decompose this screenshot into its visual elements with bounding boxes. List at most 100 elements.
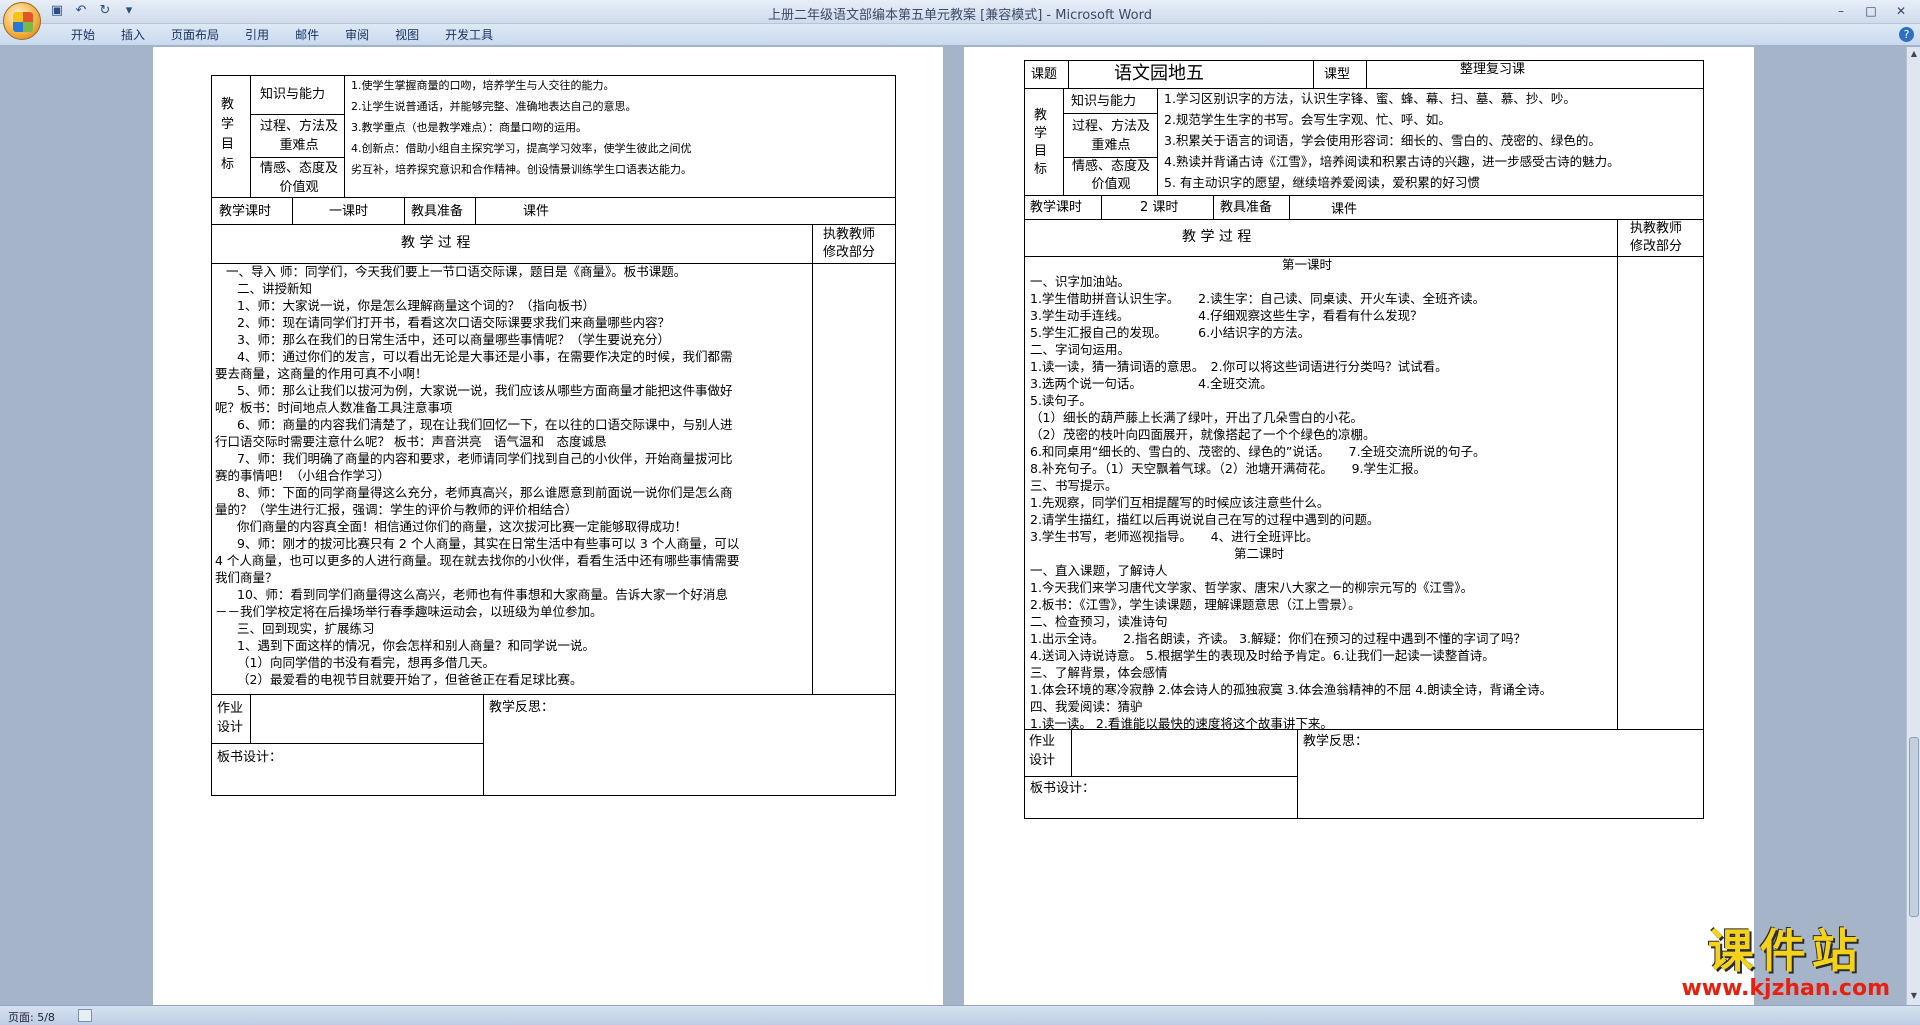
- body-line: 4、师：通过你们的发言，可以看出无论是大事还是小事，在需要作决定的时候，我们都需: [237, 349, 733, 364]
- body-line: 1.体会环境的寒冷寂静 2.体会诗人的孤独寂寞 3.体会渔翁精神的不屈 4.朗读…: [1030, 682, 1553, 697]
- window-controls: – □ ✕: [1828, 2, 1914, 20]
- body-line: 3.选两个说一句话。 4.全班交流。: [1030, 376, 1273, 391]
- type-label: 课型: [1324, 67, 1351, 82]
- goal-line: 3.教学重点（也是教学难点）：商量口吻的运用。: [351, 121, 587, 134]
- body-line: 1、师：大家说一说，你是怎么理解商量这个词的？（指向板书）: [237, 298, 595, 313]
- board-label: 板书设计：: [1030, 781, 1096, 796]
- body-line: （2）最爱看的电视节目就要开始了，但爸爸正在看足球比赛。: [237, 672, 583, 687]
- process-header-row: [211, 224, 896, 264]
- body-line: 1、遇到下面这样的情况，你会怎样和别人商量？和同学说一说。: [237, 638, 595, 653]
- body-line: 赛的事情吧！（小组合作学习）: [215, 468, 391, 483]
- goal-line: 劣互补，培养探究意识和合作精神。创设情景训练学生口语表达能力。: [351, 163, 692, 176]
- office-button[interactable]: [3, 2, 41, 40]
- process-header-row: [1024, 219, 1704, 257]
- proofing-icon[interactable]: [78, 1009, 92, 1022]
- minimize-button[interactable]: –: [1828, 2, 1854, 20]
- homework-label: 作业: [1029, 734, 1056, 749]
- reflection-label: 教学反思：: [489, 700, 555, 715]
- prep-label: 教具准备: [1220, 200, 1273, 215]
- body-line: 1.学生借助拼音认识生字。 2.读生字：自己读、同桌读、开火车读、全班齐读。: [1030, 291, 1486, 306]
- goal-row-label: 过程、方法及重难点: [259, 119, 338, 153]
- maximize-button[interactable]: □: [1858, 2, 1884, 20]
- body-line: 2.请学生描红，描红以后再说说自己在写的过程中遇到的问题。: [1030, 512, 1380, 527]
- goal-line: 2.规范学生生字的书写。会写生字观、忙、呼、如。: [1164, 112, 1451, 127]
- tab-review[interactable]: 审阅: [332, 27, 382, 43]
- watermark-url: www.kjzhan.com: [1681, 976, 1890, 1001]
- body-line: 我们商量？: [215, 570, 278, 585]
- topic-label: 课题: [1031, 67, 1058, 82]
- topic-value: 语文园地五: [1114, 63, 1204, 84]
- page-right: 课题 语文园地五 课型 整理复习课 教学目标 知识与能力 过程、方法及重难点 情…: [964, 47, 1754, 1005]
- body-line: 1.今天我们来学习唐代文学家、哲学家、唐宋八大家之一的柳宗元写的《江雪》。: [1030, 580, 1474, 595]
- body-line: 2.板书：《江雪》，学生读课题，理解课题意思（江上雪景）。: [1030, 597, 1361, 612]
- section-title: 第一课时: [1282, 257, 1333, 272]
- goal-row-label: 知识与能力: [260, 87, 326, 102]
- scroll-up-icon[interactable]: ▲: [1908, 49, 1920, 61]
- body-line: 5、师：那么让我们以拔河为例，大家说一说，我们应该从哪些方面商量才能把这件事做好: [237, 383, 733, 398]
- goal-head: 教学目标: [221, 97, 235, 172]
- goal-line: 1.使学生掌握商量的口吻，培养学生与人交往的能力。: [351, 79, 615, 92]
- goal-line: 1.学习区别识字的方法，认识生字锋、蜜、蜂、幕、扫、墓、慕、抄、吵。: [1164, 91, 1576, 106]
- prep-label: 教具准备: [411, 204, 464, 219]
- body-line: 3、师：那么在我们的日常生活中，还可以商量哪些事情呢？（学生要说充分）: [237, 332, 670, 347]
- body-line: 一、导入 师：同学们，今天我们要上一节口语交际课，题目是《商量》。板书课题。: [226, 264, 687, 279]
- ribbon: 开始 插入 页面布局 引用 邮件 审阅 视图 开发工具 ?: [0, 24, 1920, 46]
- tab-insert[interactable]: 插入: [108, 27, 158, 43]
- goal-row-label: 情感、态度及价值观: [259, 161, 338, 195]
- goal-row-label: 过程、方法及重难点: [1071, 119, 1150, 153]
- process-label: 教 学 过 程: [1182, 229, 1252, 245]
- body-line: （2）茂密的枝叶向四面展开，就像搭起了一个个绿色的凉棚。: [1030, 427, 1376, 442]
- tab-view[interactable]: 视图: [382, 27, 432, 43]
- tab-references[interactable]: 引用: [232, 27, 282, 43]
- reflection-label: 教学反思：: [1303, 734, 1369, 749]
- goal-line: 2.让学生说普通话，并能够完整、准确地表达自己的意思。: [351, 100, 637, 113]
- scrollbar-thumb[interactable]: [1909, 737, 1919, 917]
- homework-label: 设计: [1029, 753, 1056, 768]
- body-line: 2、师：现在请同学们打开书，看看这次口语交际课要求我们来商量哪些内容？: [237, 315, 670, 330]
- body-line: （1）细长的葫芦藤上长满了绿叶，开出了几朵雪白的小花。: [1030, 410, 1363, 425]
- body-line: 二、检查预习，读准诗句: [1030, 614, 1168, 629]
- goal-head: 教学目标: [1034, 108, 1048, 177]
- homework-value-cell: [250, 694, 484, 744]
- homework-label: 作业: [217, 701, 244, 716]
- help-icon[interactable]: ?: [1899, 27, 1914, 42]
- homework-value-cell: [1071, 729, 1298, 777]
- page-left: 教学目标 知识与能力 过程、方法及重难点 情感、态度及价值观 1.使学生掌握商量…: [153, 47, 943, 1005]
- body-line: 7、师：我们明确了商量的内容和要求，老师请同学们找到自己的小伙伴，开始商量拔河比: [237, 451, 733, 466]
- body-line: （1）向同学借的书没有看完，想再多借几天。: [237, 655, 495, 670]
- body-line: 四、我爱阅读：猜驴: [1030, 699, 1143, 714]
- body-line: 行口语交际时需要注意什么呢？ 板书：声音洪亮 语气温和 态度诚恳: [215, 434, 607, 449]
- body-line: 你们商量的内容真全面！相信通过你们的商量，这次拔河比赛一定能够取得成功！: [237, 519, 688, 534]
- board-label: 板书设计：: [217, 750, 283, 765]
- section-title: 第二课时: [1234, 546, 1285, 561]
- edit-body-cell: [1617, 256, 1704, 730]
- hours-label: 教学课时: [219, 204, 272, 219]
- tab-page-layout[interactable]: 页面布局: [158, 27, 232, 43]
- edit-label: 修改部分: [1630, 239, 1683, 254]
- goal-line: 4.熟读并背诵古诗《江雪》，培养阅读和积累古诗的兴趣，进一步感受古诗的魅力。: [1164, 154, 1620, 169]
- page-indicator[interactable]: 页面: 5/8: [8, 1009, 55, 1025]
- body-line: 6.和同桌用“细长的、雪白的、茂密的、绿色的”说话。 7.全班交流所说的句子。: [1030, 444, 1486, 459]
- body-line: 一、直入课题，了解诗人: [1030, 563, 1168, 578]
- tab-developer[interactable]: 开发工具: [432, 27, 506, 43]
- body-line: 二、讲授新知: [237, 281, 313, 296]
- body-line: 一、识字加油站。: [1030, 274, 1131, 289]
- document-area[interactable]: 教学目标 知识与能力 过程、方法及重难点 情感、态度及价值观 1.使学生掌握商量…: [0, 47, 1906, 1005]
- body-line: 1.先观察，同学们互相提醒写的时候应该注意些什么。: [1030, 495, 1330, 510]
- process-label: 教 学 过 程: [401, 235, 471, 251]
- goal-row-label: 情感、态度及价值观: [1071, 159, 1150, 192]
- scroll-down-icon[interactable]: ▼: [1908, 991, 1920, 1003]
- prep-value: 课件: [1331, 202, 1358, 217]
- edit-label: 修改部分: [823, 245, 876, 260]
- vertical-scrollbar[interactable]: ▲ ▼: [1906, 47, 1920, 1005]
- body-line: 4.送词入诗说诗意。 5.根据学生的表现及时给予肯定。6.让我们一起读一读整首诗…: [1030, 648, 1495, 663]
- body-line: 5.学生汇报自己的发现。 6.小结识字的方法。: [1030, 325, 1311, 340]
- body-line: 呢？板书：时间地点人数准备工具注意事项: [215, 400, 453, 415]
- body-line: －－我们学校定将在后操场举行春季趣味运动会，以班级为单位参加。: [215, 604, 603, 619]
- edit-body-cell: [812, 263, 896, 695]
- close-button[interactable]: ✕: [1888, 2, 1914, 20]
- edit-label: 执教教师: [823, 227, 876, 242]
- body-line: 三、了解背景，体会感情: [1030, 665, 1168, 680]
- tab-home[interactable]: 开始: [58, 27, 108, 43]
- tab-mailings[interactable]: 邮件: [282, 27, 332, 43]
